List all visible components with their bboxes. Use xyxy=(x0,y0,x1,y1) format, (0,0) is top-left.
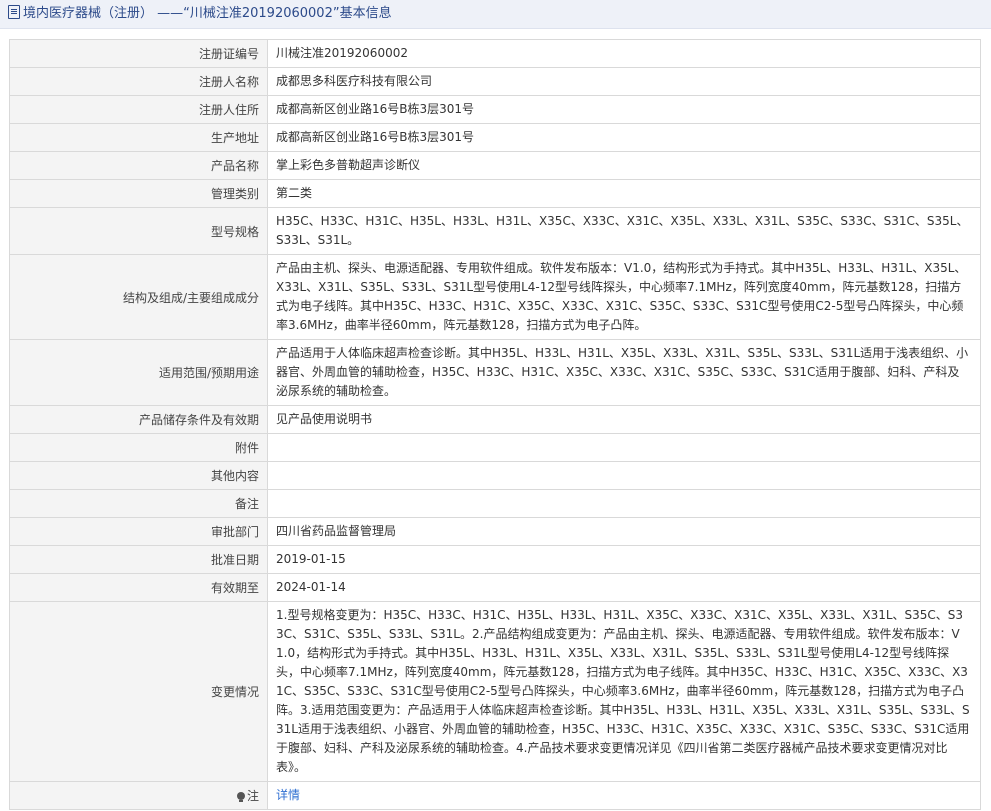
row-value: 1.型号规格变更为：H35C、H33C、H31C、H35L、H33L、H31L、… xyxy=(267,601,981,782)
row-remark: 备注 xyxy=(9,489,981,518)
row-management-category: 管理类别 第二类 xyxy=(9,179,981,208)
info-table: 注册证编号 川械注准20192060002 注册人名称 成都思多科医疗科技有限公… xyxy=(9,39,981,810)
row-label: 有效期至 xyxy=(9,573,268,602)
row-label: 注册人名称 xyxy=(9,67,268,96)
row-label: 管理类别 xyxy=(9,179,268,208)
page-title: 境内医疗器械（注册） ——“川械注准20192060002”基本信息 xyxy=(23,6,392,21)
row-value: 产品适用于人体临床超声检查诊断。其中H35L、H33L、H31L、X35L、X3… xyxy=(267,339,981,406)
row-value: 川械注准20192060002 xyxy=(267,39,981,68)
row-label: 适用范围/预期用途 xyxy=(9,339,268,406)
row-label: 产品储存条件及有效期 xyxy=(9,405,268,434)
row-registrant-name: 注册人名称 成都思多科医疗科技有限公司 xyxy=(9,67,981,96)
row-label: 批准日期 xyxy=(9,545,268,574)
row-intended-use: 适用范围/预期用途 产品适用于人体临床超声检查诊断。其中H35L、H33L、H3… xyxy=(9,339,981,406)
row-registrant-address: 注册人住所 成都高新区创业路16号B栋3层301号 xyxy=(9,95,981,124)
row-model-spec: 型号规格 H35C、H33C、H31C、H35L、H33L、H31L、X35C、… xyxy=(9,207,981,255)
row-value: 第二类 xyxy=(267,179,981,208)
row-product-name: 产品名称 掌上彩色多普勒超声诊断仪 xyxy=(9,151,981,180)
row-label: 变更情况 xyxy=(9,601,268,782)
row-label: 结构及组成/主要组成成分 xyxy=(9,254,268,340)
row-valid-until: 有效期至 2024-01-14 xyxy=(9,573,981,602)
note-label: 注 xyxy=(246,789,259,803)
row-changes: 变更情况 1.型号规格变更为：H35C、H33C、H31C、H35L、H33L、… xyxy=(9,601,981,782)
note-value-cell: 详情 xyxy=(267,781,981,810)
row-label: 审批部门 xyxy=(9,517,268,546)
row-storage: 产品储存条件及有效期 见产品使用说明书 xyxy=(9,405,981,434)
row-value: 2019-01-15 xyxy=(267,545,981,574)
row-value: 成都高新区创业路16号B栋3层301号 xyxy=(267,123,981,152)
row-value: 掌上彩色多普勒超声诊断仪 xyxy=(267,151,981,180)
row-approval-date: 批准日期 2019-01-15 xyxy=(9,545,981,574)
note-label-cell: 注 xyxy=(9,781,268,810)
detail-link[interactable]: 详情 xyxy=(276,788,300,802)
row-label: 产品名称 xyxy=(9,151,268,180)
row-value: 成都高新区创业路16号B栋3层301号 xyxy=(267,95,981,124)
row-value: 四川省药品监督管理局 xyxy=(267,517,981,546)
row-label: 附件 xyxy=(9,433,268,462)
row-label: 生产地址 xyxy=(9,123,268,152)
row-production-address: 生产地址 成都高新区创业路16号B栋3层301号 xyxy=(9,123,981,152)
row-value xyxy=(267,433,981,462)
row-value: 产品由主机、探头、电源适配器、专用软件组成。软件发布版本：V1.0，结构形式为手… xyxy=(267,254,981,340)
row-label: 备注 xyxy=(9,489,268,518)
row-registration-number: 注册证编号 川械注准20192060002 xyxy=(9,39,981,68)
row-value: 成都思多科医疗科技有限公司 xyxy=(267,67,981,96)
row-label: 注册人住所 xyxy=(9,95,268,124)
row-label: 注册证编号 xyxy=(9,39,268,68)
page-header: 境内医疗器械（注册） ——“川械注准20192060002”基本信息 xyxy=(0,0,991,29)
row-label: 其他内容 xyxy=(9,461,268,490)
row-other: 其他内容 xyxy=(9,461,981,490)
row-value xyxy=(267,489,981,518)
row-value: 2024-01-14 xyxy=(267,573,981,602)
document-icon xyxy=(8,5,20,19)
row-value: 见产品使用说明书 xyxy=(267,405,981,434)
row-structure: 结构及组成/主要组成成分 产品由主机、探头、电源适配器、专用软件组成。软件发布版… xyxy=(9,254,981,340)
row-attachment: 附件 xyxy=(9,433,981,462)
lightbulb-icon xyxy=(236,792,245,802)
row-note: 注 详情 xyxy=(9,781,981,810)
row-value xyxy=(267,461,981,490)
row-value: H35C、H33C、H31C、H35L、H33L、H31L、X35C、X33C、… xyxy=(267,207,981,255)
row-approval-dept: 审批部门 四川省药品监督管理局 xyxy=(9,517,981,546)
row-label: 型号规格 xyxy=(9,207,268,255)
